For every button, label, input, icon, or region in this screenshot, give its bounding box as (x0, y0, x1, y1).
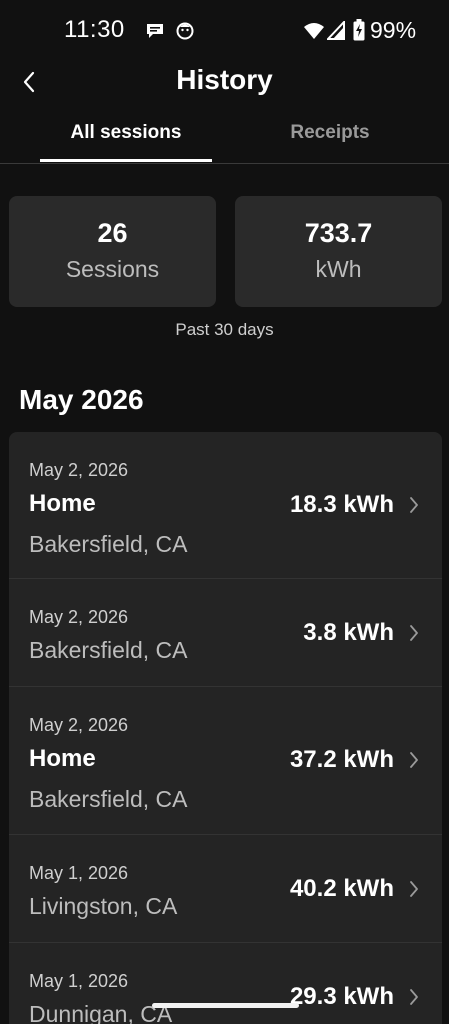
history-screen: 11:30 99% History All sessions Receipts … (0, 0, 449, 1024)
energy-total: 733.7 (304, 218, 373, 248)
session-location: Bakersfield, CA (29, 637, 188, 663)
chevron-right-icon (410, 752, 418, 768)
home-indicator[interactable] (152, 1003, 299, 1008)
battery-percentage: 99% (370, 17, 417, 43)
face-icon (176, 22, 194, 40)
session-name: Home (29, 745, 96, 772)
energy-summary-card: 733.7 kWh (235, 196, 442, 307)
wifi-icon (304, 23, 324, 39)
session-date: May 1, 2026 (29, 971, 129, 991)
session-row[interactable]: May 1, 2026 Livingston, CA 40.2 kWh (9, 835, 442, 943)
session-name: Home (29, 490, 96, 517)
session-row[interactable]: May 1, 2026 Dunnigan, CA 29.3 kWh (9, 943, 442, 1024)
sessions-summary-card: 26 Sessions (9, 196, 216, 307)
session-date: May 2, 2026 (29, 607, 129, 627)
sessions-label: Sessions (65, 256, 160, 282)
message-icon (147, 24, 163, 38)
session-energy: 40.2 kWh (289, 875, 394, 902)
status-bar: 11:30 99% (0, 0, 449, 62)
page-title: History (176, 64, 273, 95)
tab-receipts[interactable]: Receipts (245, 104, 415, 162)
session-location: Bakersfield, CA (29, 786, 188, 812)
session-date: May 2, 2026 (29, 715, 129, 735)
session-date: May 2, 2026 (29, 460, 129, 480)
energy-unit-label: kWh (315, 256, 362, 282)
active-tab-indicator (40, 159, 212, 162)
tab-bar: All sessions Receipts (0, 104, 449, 164)
tab-all-sessions[interactable]: All sessions (40, 104, 212, 162)
summary-period: Past 30 days (175, 320, 274, 339)
chevron-right-icon (410, 497, 418, 513)
sessions-count: 26 (97, 218, 128, 248)
session-list: May 2, 2026 Home Bakersfield, CA 18.3 kW… (9, 432, 442, 1024)
chevron-right-icon (410, 881, 418, 897)
chevron-right-icon (410, 989, 418, 1005)
session-energy: 18.3 kWh (289, 491, 394, 518)
session-date: May 1, 2026 (29, 863, 129, 883)
session-energy: 3.8 kWh (303, 619, 394, 646)
session-location: Bakersfield, CA (29, 531, 188, 557)
session-row[interactable]: May 2, 2026 Bakersfield, CA 3.8 kWh (9, 579, 442, 687)
session-energy: 29.3 kWh (289, 983, 394, 1010)
chevron-right-icon (410, 625, 418, 641)
status-time: 11:30 (64, 16, 125, 43)
battery-icon (353, 19, 365, 41)
session-location: Livingston, CA (29, 893, 178, 919)
session-location: Dunnigan, CA (29, 1001, 173, 1024)
signal-icon (327, 21, 345, 40)
session-row[interactable]: May 2, 2026 Home Bakersfield, CA 37.2 kW… (9, 687, 442, 835)
session-energy: 37.2 kWh (289, 746, 394, 773)
session-row[interactable]: May 2, 2026 Home Bakersfield, CA 18.3 kW… (9, 432, 442, 579)
month-heading: May 2026 (19, 384, 144, 415)
